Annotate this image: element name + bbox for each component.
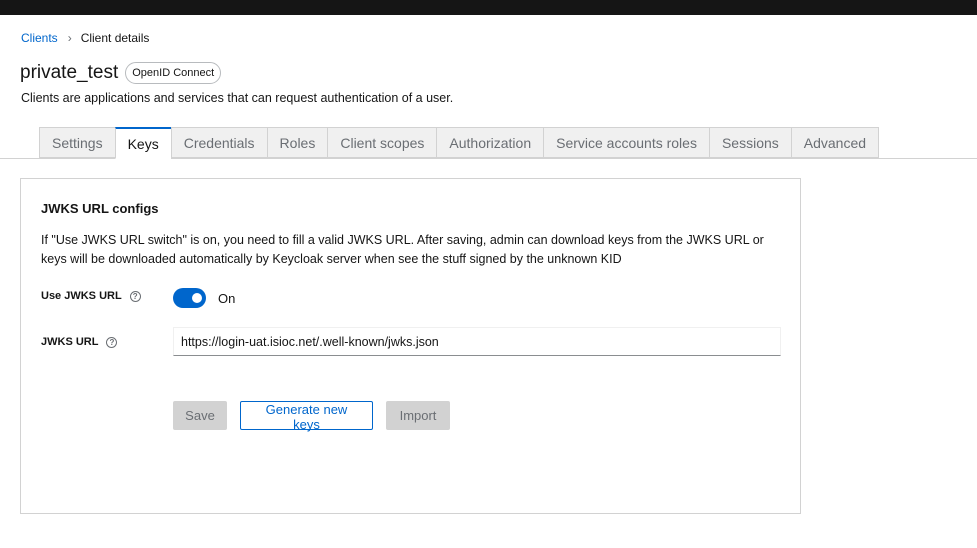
breadcrumb-chevron-icon: › xyxy=(67,31,72,45)
save-button[interactable]: Save xyxy=(173,401,227,430)
jwks-config-card: JWKS URL configs If "Use JWKS URL switch… xyxy=(20,178,801,514)
help-icon[interactable]: ? xyxy=(106,336,118,348)
tab-service-accounts-roles[interactable]: Service accounts roles xyxy=(543,127,709,158)
use-jwks-url-label-text: Use JWKS URL xyxy=(41,290,122,302)
help-icon[interactable]: ? xyxy=(129,290,141,302)
title-row: private_test OpenID Connect xyxy=(20,62,222,84)
breadcrumb: Clients › Client details xyxy=(21,31,149,45)
tab-authorization[interactable]: Authorization xyxy=(436,127,544,158)
jwks-url-label: JWKS URL ? xyxy=(41,336,118,348)
client-tabs: Settings Keys Credentials Roles Client s… xyxy=(39,127,880,159)
toggle-knob xyxy=(192,293,202,303)
import-button[interactable]: Import xyxy=(386,401,450,430)
use-jwks-url-label: Use JWKS URL ? xyxy=(41,290,141,302)
card-title: JWKS URL configs xyxy=(41,201,159,216)
tab-settings[interactable]: Settings xyxy=(39,127,115,158)
protocol-badge: OpenID Connect xyxy=(125,62,222,84)
tab-roles[interactable]: Roles xyxy=(266,127,328,158)
generate-new-keys-button[interactable]: Generate new keys xyxy=(240,401,373,432)
tab-advanced[interactable]: Advanced xyxy=(790,127,880,158)
use-jwks-url-toggle[interactable] xyxy=(173,288,206,308)
tab-client-scopes[interactable]: Client scopes xyxy=(327,127,437,158)
breadcrumb-current: Client details xyxy=(80,31,150,45)
top-masthead-bar xyxy=(0,0,977,15)
tab-credentials[interactable]: Credentials xyxy=(170,127,267,158)
jwks-url-input[interactable] xyxy=(173,327,781,356)
card-description: If "Use JWKS URL switch" is on, you need… xyxy=(41,233,764,266)
toggle-state-label: On xyxy=(218,291,236,306)
page-title: private_test xyxy=(20,62,119,83)
jwks-url-label-text: JWKS URL xyxy=(41,336,99,348)
tab-sessions[interactable]: Sessions xyxy=(708,127,791,158)
breadcrumb-clients-link[interactable]: Clients xyxy=(21,31,58,45)
tab-keys[interactable]: Keys xyxy=(114,127,171,159)
page-subtitle: Clients are applications and services th… xyxy=(21,91,454,105)
